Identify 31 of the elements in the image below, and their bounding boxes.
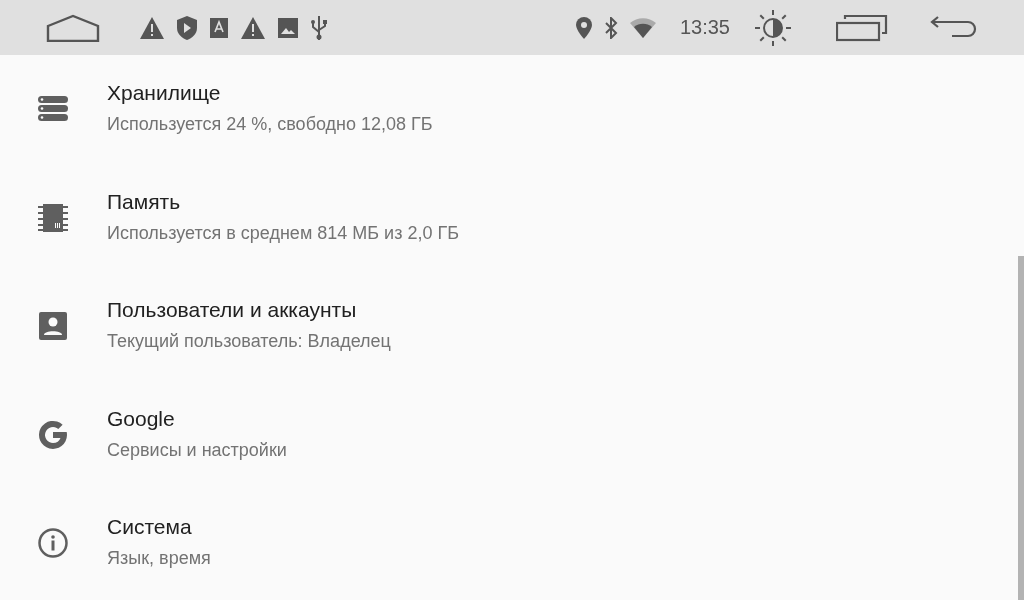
item-title: Хранилище (107, 81, 222, 106)
font-icon (210, 17, 228, 38)
item-title: Память (107, 189, 182, 214)
warning-icon (140, 16, 164, 39)
wifi-icon (629, 17, 656, 38)
item-summary: Сервисы и настройки (107, 439, 287, 461)
item-summary: Используется в среднем 814 МБ из 2,0 ГБ (107, 222, 459, 244)
settings-item[interactable]: Система Язык, время (0, 489, 1017, 598)
account-icon (39, 312, 67, 341)
item-title: Google (107, 406, 176, 431)
settings-item[interactable]: Google Сервисы и настройки (0, 380, 1017, 489)
recent-apps-button[interactable] (836, 13, 888, 42)
home-button[interactable] (46, 13, 100, 42)
chip-icon (38, 203, 68, 232)
location-icon (575, 16, 592, 39)
settings-item[interactable]: Хранилище Используется 24 %, свободно 12,08 ГБ (0, 55, 1017, 164)
settings-item[interactable]: Пользователи и аккаунты Текущий пользователь: Владелец (0, 272, 1017, 381)
item-title: Система (107, 515, 193, 540)
image-icon (278, 17, 298, 38)
item-summary: Язык, время (107, 548, 211, 570)
item-summary: Текущий пользователь: Владелец (107, 331, 391, 353)
usb-icon (311, 15, 327, 40)
status-time: 13:35 (679, 16, 730, 39)
storage-icon (38, 96, 68, 123)
warning-icon (241, 16, 265, 39)
settings-item[interactable]: Память Используется в среднем 814 МБ из 2,0 ГБ (0, 163, 1017, 272)
item-summary: Используется 24 %, свободно 12,08 ГБ (107, 114, 433, 136)
shield-play-icon (177, 15, 197, 40)
item-title: Пользователи и аккаунты (107, 298, 358, 323)
bluetooth-icon (603, 16, 618, 39)
info-icon (37, 527, 69, 560)
